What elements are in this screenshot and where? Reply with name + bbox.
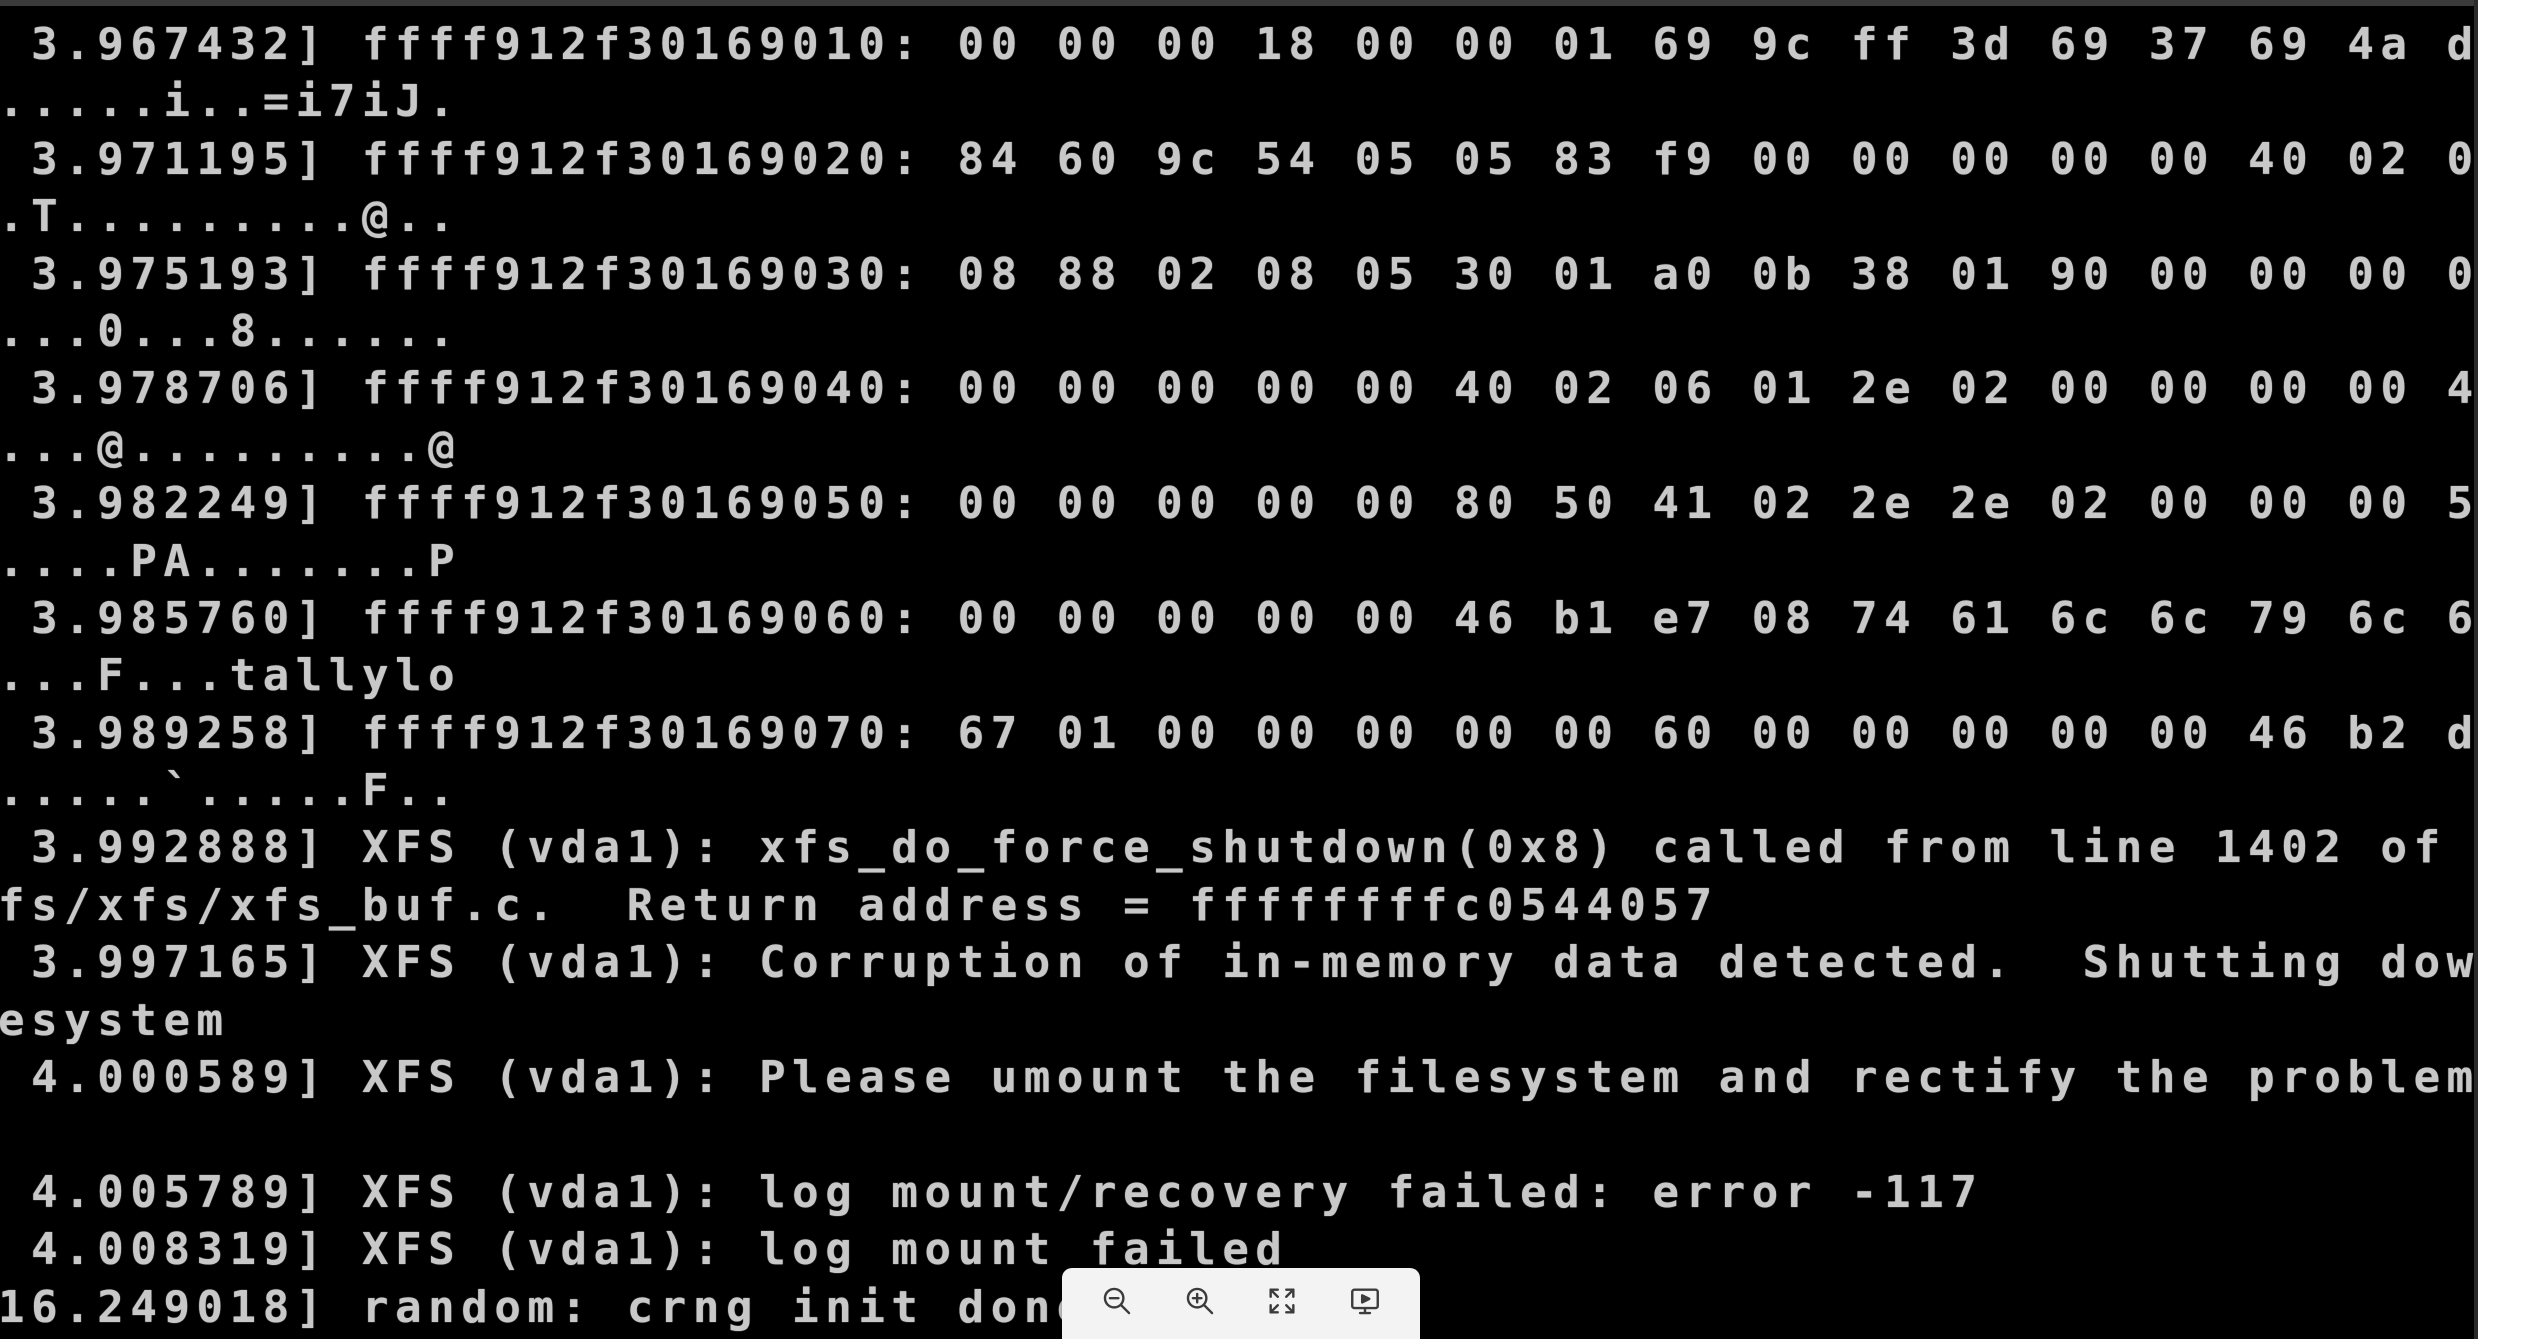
console-line: 3.978706] ffff912f30169040: 00 00 00 00 …	[0, 363, 2474, 415]
slideshow-button[interactable]	[1335, 1276, 1395, 1332]
console-line: 3.997165] XFS (vda1): Corruption of in-m…	[0, 937, 2474, 989]
console-line: .T.........@..	[0, 191, 462, 243]
slideshow-icon	[1348, 1284, 1382, 1323]
console-lines: 3.967432] ffff912f30169010: 00 00 00 18 …	[0, 16, 2474, 1336]
console-line: 3.989258] ffff912f30169070: 67 01 00 00 …	[0, 707, 2474, 759]
zoom-out-button[interactable]	[1087, 1276, 1147, 1332]
console-line: ...@.........@	[0, 420, 462, 472]
fit-screen-button[interactable]	[1252, 1276, 1312, 1332]
console-line: 4.000589] XFS (vda1): Please umount the …	[0, 1052, 2474, 1104]
console-line: fs/xfs/xfs_buf.c. Return address = fffff…	[0, 879, 1719, 931]
console-line: 3.975193] ffff912f30169030: 08 88 02 08 …	[0, 248, 2474, 300]
console-line: ....PA.......P	[0, 535, 462, 587]
image-viewer-toolbar	[1062, 1268, 1420, 1339]
console-line: 3.982249] ffff912f30169050: 00 00 00 00 …	[0, 478, 2474, 530]
zoom-in-icon	[1183, 1284, 1217, 1323]
console-line: ...0...8......	[0, 305, 462, 357]
console-line: ...F...tallylo	[0, 650, 462, 702]
console-line: 4.005789] XFS (vda1): log mount/recovery…	[0, 1166, 1984, 1218]
console-line: esystem	[0, 994, 230, 1046]
console-line: .....`.....F..	[0, 765, 462, 817]
console-line: 3.992888] XFS (vda1): xfs_do_force_shutd…	[0, 822, 2474, 874]
console-line: 3.971195] ffff912f30169020: 84 60 9c 54 …	[0, 133, 2474, 185]
screenshot-viewer: 3.967432] ffff912f30169010: 00 00 00 18 …	[0, 0, 2547, 1339]
console-line: 3.967432] ffff912f30169010: 00 00 00 18 …	[0, 19, 2474, 70]
fit-screen-icon	[1265, 1284, 1299, 1323]
zoom-out-icon	[1100, 1284, 1134, 1323]
console-line: .....i..=i7iJ.	[0, 76, 462, 128]
console-line: 3.985760] ffff912f30169060: 00 00 00 00 …	[0, 592, 2474, 644]
console-border	[2474, 0, 2478, 1339]
console-output: 3.967432] ffff912f30169010: 00 00 00 18 …	[0, 0, 2478, 1339]
zoom-in-button[interactable]	[1170, 1276, 1230, 1332]
